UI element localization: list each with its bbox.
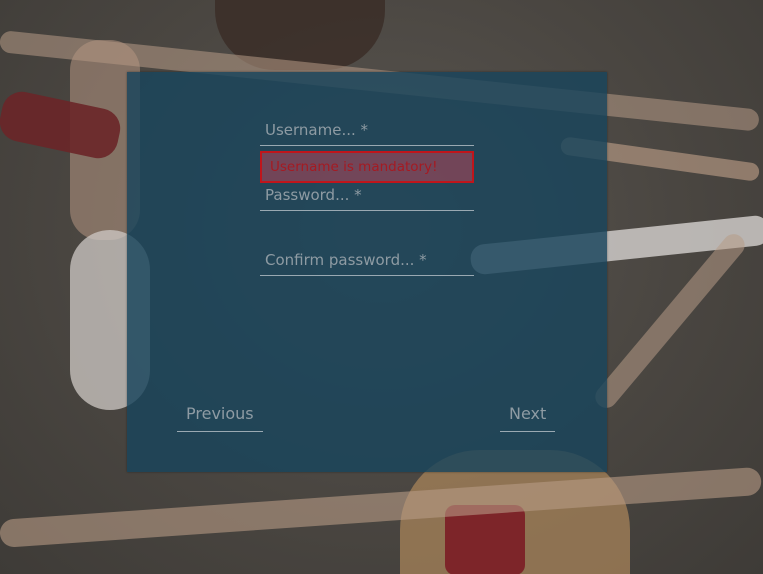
confirm-password-input[interactable] [260, 251, 474, 275]
bg-dancer-arm-bottom [0, 466, 763, 548]
username-error-message: Username is mandatory! [260, 151, 474, 183]
next-button[interactable]: Next [500, 402, 556, 432]
previous-button[interactable]: Previous [177, 402, 263, 432]
registration-panel: Username is mandatory! Previous Next [127, 72, 607, 472]
username-input[interactable] [260, 121, 474, 145]
confirm-password-field [260, 250, 474, 276]
password-input[interactable] [260, 186, 474, 210]
password-field [260, 185, 474, 211]
username-field [260, 120, 474, 146]
